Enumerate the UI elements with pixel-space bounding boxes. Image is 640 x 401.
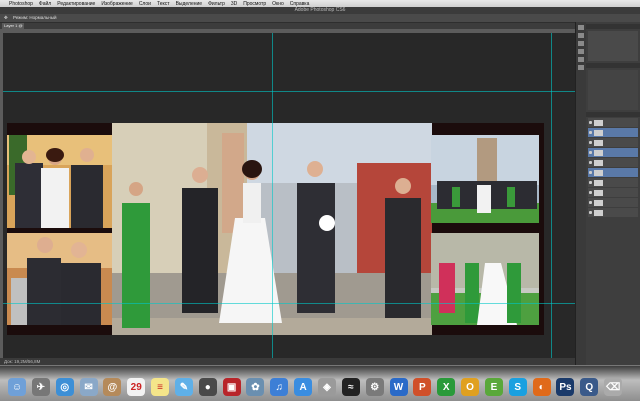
finder-icon[interactable]: ☺ <box>8 378 26 396</box>
safari-icon[interactable]: ◎ <box>55 378 74 396</box>
adjustments-header[interactable] <box>586 63 640 68</box>
layer-thumbnail <box>594 199 603 206</box>
menu-type[interactable]: Текст <box>157 1 170 7</box>
layer-thumbnail <box>594 119 603 126</box>
visibility-icon[interactable] <box>589 171 592 174</box>
word-icon[interactable]: W <box>389 378 408 396</box>
powerpoint-icon[interactable]: P <box>413 378 432 396</box>
doc-size-label: Док: 19,2М/56,8М <box>4 359 41 364</box>
visibility-icon[interactable] <box>589 191 592 194</box>
excel-icon[interactable]: X <box>437 378 456 396</box>
menu-app[interactable]: Photoshop <box>9 1 33 7</box>
menu-layer[interactable]: Слои <box>139 1 151 7</box>
adjustments-panel[interactable] <box>588 70 638 110</box>
visibility-icon[interactable] <box>589 121 592 124</box>
layer-thumbnail <box>594 209 603 216</box>
document-canvas[interactable] <box>3 33 575 358</box>
history-icon[interactable] <box>578 25 584 30</box>
facetime-icon[interactable]: ● <box>198 378 217 396</box>
layer-thumbnail <box>594 149 603 156</box>
contacts-icon[interactable]: @ <box>103 378 122 396</box>
move-tool-icon[interactable]: ✥ <box>4 15 8 20</box>
menu-3d[interactable]: 3D <box>231 1 237 7</box>
guide-vertical[interactable] <box>272 33 273 358</box>
layers-header[interactable] <box>586 112 640 117</box>
layer-thumbnail <box>594 179 603 186</box>
firefox-icon[interactable]: ◐ <box>532 378 551 396</box>
menu-window[interactable]: Окно <box>272 1 284 7</box>
visibility-icon[interactable] <box>589 161 592 164</box>
outlook-icon[interactable]: O <box>461 378 480 396</box>
menu-image[interactable]: Изображение <box>101 1 133 7</box>
layer-row[interactable] <box>588 168 638 177</box>
layer-row[interactable] <box>588 158 638 167</box>
launchpad-icon[interactable]: ✈ <box>31 378 50 396</box>
window-title: Adobe Photoshop CS6 <box>0 7 640 14</box>
properties-icon[interactable] <box>578 33 584 38</box>
app-store-icon[interactable]: A <box>294 378 313 396</box>
menu-file[interactable]: Файл <box>39 1 51 7</box>
layer-row[interactable] <box>588 148 638 157</box>
layer-row[interactable] <box>588 138 638 147</box>
layer-row[interactable] <box>588 198 638 207</box>
system-preferences-icon[interactable]: ⚙ <box>365 378 384 396</box>
visibility-icon[interactable] <box>589 141 592 144</box>
photoshop-icon[interactable]: Ps <box>556 378 575 396</box>
paragraph-icon[interactable] <box>578 57 584 62</box>
visibility-icon[interactable] <box>589 201 592 204</box>
layer-row[interactable] <box>588 178 638 187</box>
layer-thumbnail <box>594 129 603 136</box>
color-swatch-area[interactable] <box>588 31 638 61</box>
photo-booth-icon[interactable]: ▣ <box>222 378 241 396</box>
guide-horizontal[interactable] <box>3 303 575 304</box>
iphoto-icon[interactable]: ✿ <box>246 378 265 396</box>
preview-icon[interactable]: ◈ <box>318 378 336 396</box>
menu-filter[interactable]: Фильтр <box>208 1 225 7</box>
panel-header[interactable] <box>586 24 640 29</box>
skype-icon[interactable]: S <box>508 378 527 396</box>
visibility-icon[interactable] <box>589 131 592 134</box>
layer-row[interactable] <box>588 118 638 127</box>
menu-edit[interactable]: Редактирование <box>57 1 95 7</box>
evernote-icon[interactable]: E <box>484 378 503 396</box>
notes-icon[interactable]: ≡ <box>151 378 170 396</box>
itunes-icon[interactable]: ♫ <box>270 378 289 396</box>
layer-thumbnail <box>594 169 603 176</box>
menu-view[interactable]: Просмотр <box>243 1 266 7</box>
guide-horizontal[interactable] <box>3 91 575 92</box>
mail-icon[interactable]: ✉ <box>79 378 98 396</box>
brush-icon[interactable] <box>578 41 584 46</box>
menu-help[interactable]: Справка <box>290 1 310 7</box>
messages-icon[interactable]: ✎ <box>174 378 193 396</box>
panel-icon-strip <box>575 22 586 365</box>
layer-thumbnail <box>594 159 603 166</box>
layer-row[interactable] <box>588 188 638 197</box>
options-bar: ✥ Режим: Нормальный <box>0 14 640 23</box>
layer-thumbnail <box>594 139 603 146</box>
activity-monitor-icon[interactable]: ≈ <box>341 378 360 396</box>
mac-menubar: Photoshop Файл Редактирование Изображени… <box>0 0 640 7</box>
layer-row[interactable] <box>588 128 638 137</box>
layer-thumbnail <box>594 189 603 196</box>
guide-vertical[interactable] <box>551 33 552 358</box>
menu-select[interactable]: Выделение <box>176 1 203 7</box>
quicktime-icon[interactable]: Q <box>580 378 599 396</box>
trash-icon[interactable]: ⌫ <box>604 378 623 396</box>
visibility-icon[interactable] <box>589 181 592 184</box>
info-icon[interactable] <box>578 65 584 70</box>
visibility-icon[interactable] <box>589 151 592 154</box>
mac-dock: ☺ ✈ ◎ ✉ @29 ≡ ✎ ● ▣ ✿ ♫ A ◈ ≈ ⚙ W P X O E S ◐ Ps Q ⌫ <box>0 365 640 401</box>
layer-row[interactable] <box>588 208 638 217</box>
character-icon[interactable] <box>578 49 584 54</box>
layers-panel <box>586 22 640 365</box>
visibility-icon[interactable] <box>589 211 592 214</box>
calendar-icon[interactable]: 29 <box>127 378 146 396</box>
mode-label[interactable]: Режим: Нормальный <box>13 15 56 20</box>
status-bar: Док: 19,2М/56,8М <box>0 358 575 365</box>
